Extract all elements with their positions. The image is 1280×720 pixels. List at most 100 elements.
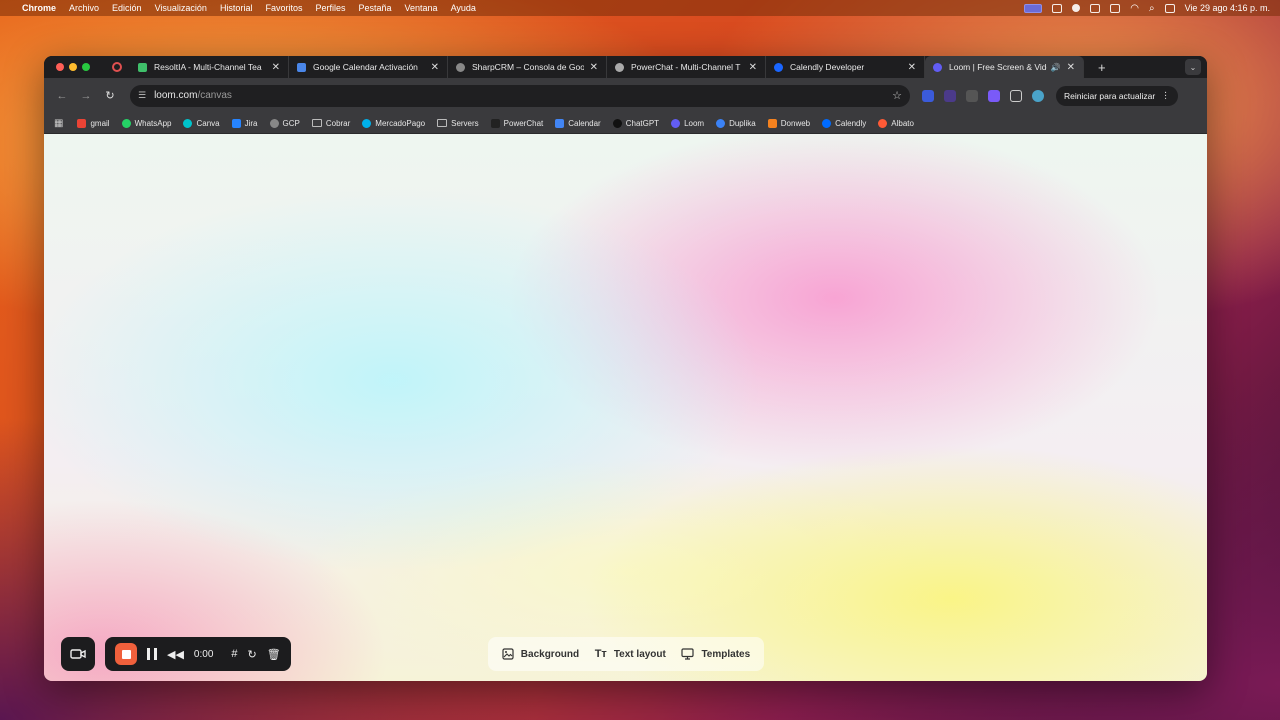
close-tab-icon[interactable]: ✕ xyxy=(1067,62,1075,73)
tab-sharpcrm[interactable]: SharpCRM – Consola de Goo ✕ xyxy=(448,56,607,78)
bookmark-folder-cobrar[interactable]: Cobrar xyxy=(311,118,351,128)
trash-icon[interactable]: 🗑 xyxy=(267,648,281,661)
battery-status-icon[interactable] xyxy=(1110,3,1121,13)
pause-button[interactable] xyxy=(147,648,157,660)
bookmark-label: GCP xyxy=(282,118,300,128)
apps-grid-icon[interactable]: ▦ xyxy=(54,118,63,129)
extensions-puzzle-icon[interactable] xyxy=(1010,89,1022,102)
menu-visualizacion[interactable]: Visualización xyxy=(155,3,207,13)
menubar-status-area: ◠ ⌕ Vie 29 ago 4:16 p. m. xyxy=(1024,3,1270,14)
tab-calendly[interactable]: Calendly Developer ✕ xyxy=(766,56,925,78)
stop-recording-button[interactable] xyxy=(115,643,137,665)
rewind-button[interactable]: ◀◀ xyxy=(167,648,184,661)
menu-ventana[interactable]: Ventana xyxy=(405,3,438,13)
bookmark-canva[interactable]: Canva xyxy=(183,118,220,128)
menu-edicion[interactable]: Edición xyxy=(112,3,142,13)
bookmark-donweb[interactable]: Donweb xyxy=(767,118,811,128)
close-tab-icon[interactable]: ✕ xyxy=(908,62,916,73)
tab-audio-icon[interactable]: 🔊 xyxy=(1051,63,1061,72)
loom-canvas[interactable]: ◀◀ 0:00 # ↻ 🗑 Background Tт Text layout xyxy=(44,134,1207,681)
app-status-icon[interactable] xyxy=(1090,3,1101,13)
bookmark-jira[interactable]: Jira xyxy=(231,118,258,128)
screen-record-status-icon[interactable] xyxy=(1024,3,1043,13)
bookmark-mercadopago[interactable]: MercadoPago xyxy=(362,118,425,128)
bookmark-gmail[interactable]: gmail xyxy=(77,118,110,128)
tab-strip: ResoltIA - Multi-Channel Tea ✕ Google Ca… xyxy=(44,56,1207,78)
tab-favicon xyxy=(615,62,624,72)
calendar-icon xyxy=(555,118,565,128)
extension-icon[interactable] xyxy=(988,89,1000,102)
folder-icon xyxy=(437,119,448,127)
bookmark-label: Albato xyxy=(891,118,914,128)
mercadopago-icon xyxy=(362,118,372,128)
bookmark-label: Donweb xyxy=(780,118,811,128)
menu-pestana[interactable]: Pestaña xyxy=(358,3,391,13)
bookmark-star-icon[interactable]: ☆ xyxy=(892,89,902,102)
bookmark-loom[interactable]: Loom xyxy=(671,118,704,128)
canva-icon xyxy=(183,118,193,128)
tab-title: Loom | Free Screen & Vide xyxy=(949,62,1047,72)
control-center-icon[interactable] xyxy=(1164,3,1175,13)
tab-loom[interactable]: Loom | Free Screen & Vide 🔊 ✕ xyxy=(925,56,1084,78)
tab-powerchat[interactable]: PowerChat - Multi-Channel T ✕ xyxy=(607,56,766,78)
wifi-icon[interactable]: ◠ xyxy=(1130,3,1139,14)
text-layout-button[interactable]: Tт Text layout xyxy=(595,648,666,660)
globe-icon xyxy=(269,118,279,128)
tab-resoltia[interactable]: ResoltIA - Multi-Channel Tea ✕ xyxy=(130,56,289,78)
menu-archivo[interactable]: Archivo xyxy=(69,3,99,13)
location-status-icon[interactable] xyxy=(1072,4,1081,12)
menubar-clock[interactable]: Vie 29 ago 4:16 p. m. xyxy=(1185,3,1270,13)
site-info-icon[interactable]: ☰ xyxy=(138,90,146,101)
bookmark-calendly[interactable]: Calendly xyxy=(822,118,866,128)
close-tab-icon[interactable]: ✕ xyxy=(749,62,757,73)
address-bar[interactable]: ☰ loom.com /canvas ☆ xyxy=(130,84,910,107)
extension-icon[interactable] xyxy=(922,89,934,102)
back-arrow-icon[interactable]: ← xyxy=(52,90,72,102)
menu-ayuda[interactable]: Ayuda xyxy=(451,3,476,13)
bookmark-calendar[interactable]: Calendar xyxy=(555,118,601,128)
camera-toggle-button[interactable] xyxy=(61,637,95,671)
more-menu-icon[interactable]: ⋮ xyxy=(1161,90,1170,101)
tab-favicon xyxy=(297,62,306,72)
bookmark-albato[interactable]: Albato xyxy=(878,118,914,128)
update-chrome-button[interactable]: Reiniciar para actualizar ⋮ xyxy=(1056,85,1178,106)
templates-button[interactable]: Templates xyxy=(681,648,750,660)
reload-icon[interactable]: ↻ xyxy=(100,89,120,102)
bookmark-folder-servers[interactable]: Servers xyxy=(437,119,479,128)
bookmark-whatsapp[interactable]: WhatsApp xyxy=(121,118,171,128)
forward-arrow-icon[interactable]: → xyxy=(76,90,96,102)
close-tab-icon[interactable]: ✕ xyxy=(272,62,280,73)
tab-title: SharpCRM – Consola de Goo xyxy=(472,62,584,72)
bookmark-gcp[interactable]: GCP xyxy=(269,118,300,128)
new-tab-button[interactable]: + xyxy=(1098,60,1106,75)
close-tab-icon[interactable]: ✕ xyxy=(590,62,598,73)
bookmark-duplika[interactable]: Duplika xyxy=(716,118,756,128)
bookmark-powerchat[interactable]: PowerChat xyxy=(490,118,544,128)
extension-icon[interactable] xyxy=(944,89,956,102)
tab-search-chevron-icon[interactable]: ⌄ xyxy=(1185,59,1201,75)
powerchat-icon xyxy=(490,118,500,128)
close-window-button[interactable] xyxy=(56,63,64,71)
menu-app-name[interactable]: Chrome xyxy=(22,3,56,13)
maximize-window-button[interactable] xyxy=(82,63,90,71)
spotlight-search-icon[interactable]: ⌕ xyxy=(1149,3,1155,14)
browser-toolbar: ← → ↻ ☰ loom.com /canvas ☆ Reiniciar par… xyxy=(44,78,1207,113)
close-tab-icon[interactable]: ✕ xyxy=(431,62,439,73)
background-button[interactable]: Background xyxy=(502,648,579,660)
browser-window: ResoltIA - Multi-Channel Tea ✕ Google Ca… xyxy=(44,56,1207,681)
menu-favoritos[interactable]: Favoritos xyxy=(265,3,302,13)
donweb-icon xyxy=(767,118,777,128)
tab-google-calendar[interactable]: Google Calendar Activación ✕ xyxy=(289,56,448,78)
extension-icon[interactable] xyxy=(966,89,978,102)
duplika-icon xyxy=(716,118,726,128)
bookmark-label: PowerChat xyxy=(503,118,544,128)
profile-avatar[interactable] xyxy=(1032,89,1044,102)
bookmark-label: Cobrar xyxy=(325,118,351,128)
minimize-window-button[interactable] xyxy=(69,63,77,71)
menu-perfiles[interactable]: Perfiles xyxy=(315,3,345,13)
lock-status-icon[interactable] xyxy=(1052,3,1063,13)
restart-icon[interactable]: ↻ xyxy=(248,648,257,661)
grid-icon[interactable]: # xyxy=(231,648,237,660)
menu-historial[interactable]: Historial xyxy=(220,3,253,13)
bookmark-chatgpt[interactable]: ChatGPT xyxy=(612,118,659,128)
